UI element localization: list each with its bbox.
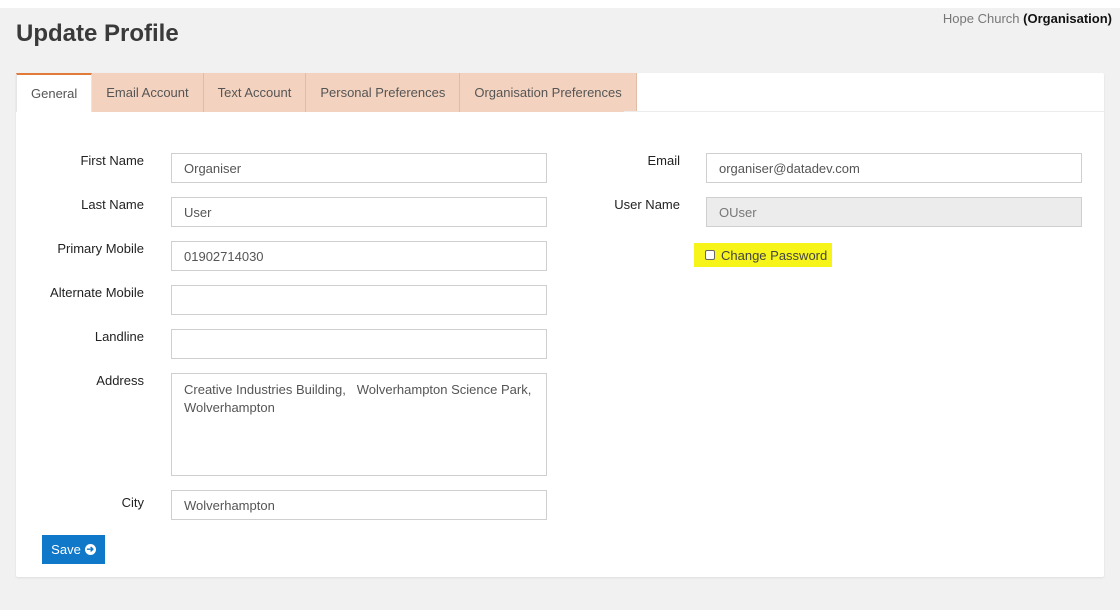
landline-label: Landline [94,329,144,344]
alternate-mobile-label: Alternate Mobile [50,285,144,300]
address-textarea[interactable]: Creative Industries Building, Wolverhamp… [171,373,547,476]
tab-personal-preferences[interactable]: Personal Preferences [306,73,461,112]
address-label: Address [96,373,144,388]
tab-bar: General Email Account Text Account Perso… [16,73,637,112]
user-name-input [706,197,1082,227]
save-button[interactable]: Save ➜ [42,535,105,564]
organisation-type: (Organisation) [1023,11,1112,26]
organisation-indicator: Hope Church (Organisation) [943,11,1112,26]
tab-divider [624,111,1104,112]
primary-mobile-input[interactable] [171,241,547,271]
tab-organisation-preferences[interactable]: Organisation Preferences [460,73,637,112]
primary-mobile-label: Primary Mobile [57,241,144,256]
tab-email-account[interactable]: Email Account [92,73,204,112]
city-input[interactable] [171,490,547,520]
organisation-name: Hope Church [942,11,1020,26]
save-label: Save [51,542,81,557]
change-password-label: Change Password [721,247,828,263]
user-name-label: User Name [614,197,680,212]
email-input[interactable] [706,153,1082,183]
first-name-label: First Name [80,153,144,168]
email-label: Email [647,153,680,168]
landline-input[interactable] [171,329,547,359]
change-password-toggle[interactable]: Change Password [694,243,832,267]
last-name-label: Last Name [81,197,144,212]
first-name-input[interactable] [171,153,547,183]
page-title: Update Profile [16,20,179,47]
tab-general[interactable]: General [16,73,93,112]
circle-arrow-right-icon: ➜ [84,544,96,555]
alternate-mobile-input[interactable] [171,285,547,315]
page: Update Profile Hope Church (Organisation… [0,8,1120,610]
tab-text-account[interactable]: Text Account [203,73,307,112]
city-label: City [121,495,144,510]
change-password-checkbox[interactable] [705,250,715,260]
profile-panel: General Email Account Text Account Perso… [16,73,1104,577]
last-name-input[interactable] [171,197,547,227]
